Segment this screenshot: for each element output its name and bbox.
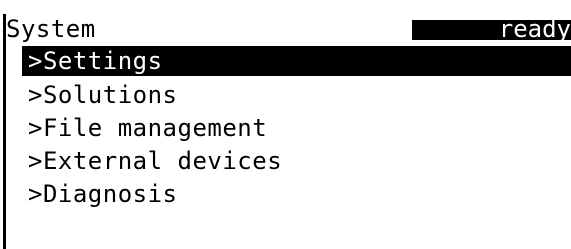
status-text: ready (498, 20, 571, 40)
menu-item-solutions[interactable]: >Solutions (6, 79, 571, 112)
menu-item-diagnosis[interactable]: >Diagnosis (6, 178, 571, 211)
menu-item-external-devices[interactable]: >External devices (6, 145, 571, 178)
header-bar: System ready (6, 14, 571, 44)
menu-item-settings[interactable]: >Settings (22, 46, 571, 76)
menu-item-file-management[interactable]: >File management (6, 112, 571, 145)
main-menu: >Settings >Solutions >File management >E… (6, 46, 571, 211)
page-title: System (6, 15, 96, 43)
system-menu-screen: System ready >Settings >Solutions >File … (0, 0, 571, 249)
status-indicator: ready (412, 20, 571, 40)
